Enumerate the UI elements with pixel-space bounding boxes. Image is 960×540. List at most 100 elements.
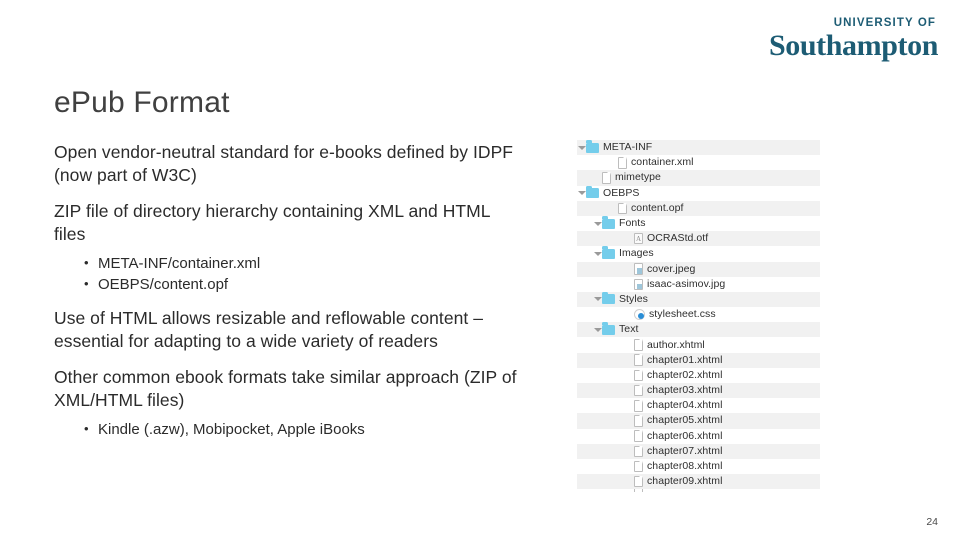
tree-row-label: chapter01.xhtml (647, 353, 723, 366)
tree-row-label: author.xhtml (647, 338, 705, 351)
list-item: • META-INF/container.xml (84, 253, 524, 274)
tree-row[interactable]: chapter03.xhtml (577, 383, 820, 399)
slide-body-content: Open vendor-neutral standard for e-books… (54, 141, 524, 452)
body-paragraph-4: Other common ebook formats take similar … (54, 367, 517, 410)
document-icon (634, 400, 643, 412)
tree-disclosure-spacer (625, 459, 634, 474)
document-icon (634, 369, 643, 382)
tree-row-label: chapter03.xhtml (647, 384, 723, 397)
folder-icon (602, 246, 615, 259)
tree-row[interactable]: chapter05.xhtml (577, 413, 820, 429)
tree-row[interactable]: mimetype (577, 170, 820, 186)
tree-row[interactable]: chapter02.xhtml (577, 367, 820, 383)
tree-row[interactable]: chapter08.xhtml (577, 458, 820, 475)
tree-row[interactable]: isaac-asimov.jpg (577, 276, 820, 292)
tree-row[interactable]: META-INF (577, 140, 820, 156)
tree-row[interactable]: Styles (577, 291, 820, 308)
tree-row[interactable]: Text (577, 322, 820, 338)
tree-disclosure-spacer (625, 231, 634, 246)
tree-row-label: isaac-asimov.jpg (647, 277, 726, 290)
page-title: ePub Format (54, 86, 230, 119)
chevron-down-icon[interactable] (593, 246, 602, 261)
document-icon (634, 489, 643, 493)
folder-icon (586, 185, 599, 199)
document-icon (634, 415, 643, 427)
tree-disclosure-spacer (625, 338, 634, 353)
body-paragraph-3: Use of HTML allows resizable and reflowa… (54, 308, 484, 351)
body-paragraph-2: ZIP file of directory hierarchy containi… (54, 201, 490, 244)
tree-disclosure-spacer (625, 413, 634, 428)
bullet-glyph: • (84, 276, 89, 291)
tree-row-label: cover.jpeg (647, 262, 696, 275)
tree-row[interactable]: chapter01.xhtml (577, 352, 820, 368)
tree-disclosure-spacer (625, 398, 634, 413)
tree-row-label: mimetype (615, 171, 661, 184)
tree-row-label: OCRAStd.otf (647, 232, 709, 245)
sublist-other-formats: • Kindle (.azw), Mobipocket, Apple iBook… (54, 419, 524, 440)
chevron-down-icon[interactable] (577, 140, 586, 155)
tree-row[interactable]: cover.jpeg (577, 261, 820, 277)
tree-disclosure-spacer (593, 170, 602, 185)
tree-row[interactable]: content.opf (577, 200, 820, 216)
font-icon: A (634, 232, 643, 245)
tree-row[interactable]: A OCRAStd.otf (577, 231, 820, 247)
tree-disclosure-spacer (625, 444, 634, 459)
image-icon (634, 263, 643, 275)
tree-row[interactable]: OEBPS (577, 185, 820, 201)
folder-icon (602, 216, 615, 229)
tree-row[interactable]: author.xhtml (577, 337, 820, 353)
css-icon (634, 309, 645, 321)
tree-row-label: content.opf (631, 201, 684, 214)
tree-row-label: Fonts (619, 217, 646, 230)
tree-disclosure-spacer (625, 368, 634, 383)
tree-row[interactable]: chapter07.xhtml (577, 443, 820, 459)
chevron-down-icon[interactable] (593, 322, 602, 337)
tree-disclosure-spacer (625, 307, 634, 322)
tree-row[interactable]: Images (577, 246, 820, 262)
tree-row[interactable]: Fonts (577, 215, 820, 232)
tree-row-label: META-INF (603, 141, 653, 154)
document-icon (634, 445, 643, 458)
tree-disclosure-spacer (625, 489, 634, 492)
tree-row[interactable]: stylesheet.css (577, 307, 820, 323)
slide-page-number: 24 (926, 516, 938, 528)
bullet-glyph: • (84, 421, 89, 436)
tree-row[interactable]: container.xml (577, 155, 820, 171)
tree-row[interactable]: chapter09.xhtml (577, 474, 820, 490)
chevron-down-icon[interactable] (577, 186, 586, 201)
tree-row-label: chapter05.xhtml (647, 414, 723, 427)
tree-row-label: chapter09.xhtml (647, 475, 723, 488)
document-icon (634, 384, 643, 397)
logo-southampton-text: Southampton (769, 28, 938, 62)
tree-row[interactable] (577, 489, 820, 493)
epub-file-tree[interactable]: META-INF container.xml mimetype OEBPS conten… (577, 140, 820, 493)
chevron-down-icon[interactable] (593, 216, 602, 231)
tree-row-label: OEBPS (603, 186, 640, 199)
document-icon (618, 157, 627, 169)
tree-disclosure-spacer (609, 201, 618, 216)
folder-icon (602, 291, 615, 305)
list-item-label: META-INF/container.xml (98, 255, 261, 272)
chevron-down-icon[interactable] (593, 292, 602, 307)
list-item: • OEBPS/content.opf (84, 274, 524, 295)
tree-disclosure-spacer (625, 277, 634, 292)
tree-disclosure-spacer (625, 353, 634, 368)
document-icon (634, 354, 643, 366)
image-icon (634, 278, 643, 291)
tree-row[interactable]: chapter04.xhtml (577, 398, 820, 414)
sublist-epub-paths: • META-INF/container.xml • OEBPS/content… (54, 253, 524, 295)
tree-row[interactable]: chapter06.xhtml (577, 428, 820, 444)
